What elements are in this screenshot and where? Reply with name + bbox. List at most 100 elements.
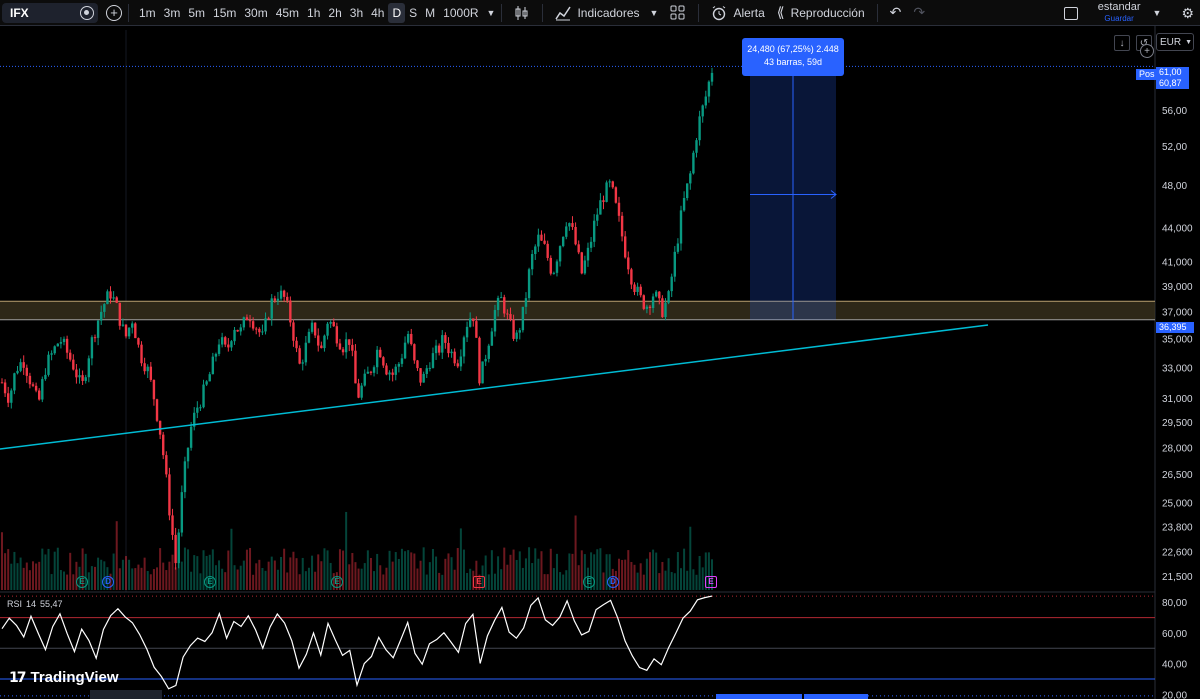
candle-body: [689, 173, 692, 184]
volume-bar: [397, 558, 400, 590]
volume-bar: [596, 549, 599, 590]
candle-body: [245, 317, 249, 321]
volume-bar: [698, 555, 701, 590]
volume-bar: [686, 570, 689, 590]
volume-bar: [524, 558, 527, 590]
volume-bar: [44, 554, 47, 590]
volume-bar: [137, 564, 140, 590]
earnings-marker[interactable]: E: [705, 576, 717, 588]
tradingview-logo[interactable]: 17 TradingView: [9, 669, 119, 686]
volume-bar: [152, 569, 155, 590]
candle-body: [710, 72, 714, 82]
candle-body: [338, 343, 342, 350]
volume-bar: [118, 568, 121, 590]
volume-bar: [658, 573, 661, 590]
candle-body: [31, 384, 35, 386]
volume-bar: [388, 550, 391, 590]
candle-body: [524, 298, 528, 307]
price-tick-label: 35,000: [1162, 335, 1193, 346]
candle-body: [348, 339, 351, 345]
candle-body: [264, 318, 267, 332]
price-tick-label: 41,000: [1162, 258, 1193, 269]
volume-bar: [252, 574, 255, 590]
candle-body: [456, 363, 459, 367]
volume-bar: [655, 552, 658, 590]
candle-body: [84, 377, 87, 381]
candle-body: [230, 341, 233, 348]
rsi-tick-label: 40,00: [1162, 660, 1187, 671]
volume-bar: [487, 574, 490, 590]
volume-bar: [450, 557, 453, 590]
candle-body: [62, 338, 66, 343]
arrow-down-icon[interactable]: ↓: [1114, 35, 1130, 51]
candle-body: [583, 260, 587, 274]
candle-body: [605, 182, 608, 202]
volume-bar: [413, 553, 416, 590]
candle-body: [506, 313, 509, 315]
candle-body: [394, 366, 397, 375]
plus-icon[interactable]: +: [1140, 44, 1154, 58]
volume-bar: [679, 568, 682, 590]
volume-bar: [295, 558, 298, 590]
volume-bar: [385, 567, 388, 590]
currency-select[interactable]: EUR ▼: [1156, 33, 1194, 51]
volume-bar: [422, 547, 425, 590]
candle-body: [96, 320, 100, 338]
candle-body: [608, 181, 611, 183]
volume-bar: [627, 550, 630, 590]
candle-body: [183, 461, 187, 493]
earnings-marker[interactable]: E: [473, 576, 485, 588]
volume-bar: [621, 559, 624, 590]
volume-bar: [490, 550, 493, 590]
price-tick-label: 21,500: [1162, 572, 1193, 583]
candle-body: [512, 319, 515, 339]
price-tag-support: 36,395: [1156, 322, 1194, 333]
volume-bar: [13, 551, 16, 590]
candle-body: [251, 321, 255, 329]
candle-body: [149, 366, 153, 380]
candle-body: [577, 244, 580, 253]
volume-bar: [518, 551, 521, 590]
rsi-tick-label: 80,00: [1162, 598, 1187, 609]
earnings-marker[interactable]: E: [331, 576, 343, 588]
candle-body: [651, 296, 655, 308]
volume-bar: [695, 574, 698, 590]
candle-body: [118, 302, 122, 326]
candle-body: [537, 234, 540, 247]
candle-body: [549, 257, 552, 274]
volume-bar: [304, 571, 307, 590]
volume-bar: [171, 554, 174, 590]
dividend-marker[interactable]: D: [102, 576, 114, 588]
candle-body: [47, 354, 50, 375]
volume-bar: [648, 552, 651, 590]
candle-body: [295, 340, 298, 349]
volume-bar: [552, 568, 555, 590]
volume-bar: [515, 559, 518, 590]
candle-body: [388, 372, 391, 375]
candle-body: [639, 286, 642, 296]
candle-body: [503, 297, 506, 314]
chart-canvas[interactable]: 64,0056,0052,0048,0044,00041,00039,00037…: [0, 0, 1200, 699]
earnings-marker[interactable]: E: [76, 576, 88, 588]
volume-bar: [128, 559, 131, 590]
candle-body: [422, 373, 425, 383]
dividend-marker[interactable]: D: [607, 576, 619, 588]
candle-body: [546, 243, 549, 258]
earnings-marker[interactable]: E: [204, 576, 216, 588]
measure-label[interactable]: 24,480 (67,25%) 2.448 43 barras, 59d: [742, 38, 844, 76]
candle-body: [447, 342, 450, 354]
volume-bar: [673, 573, 676, 590]
volume-bar: [41, 548, 44, 590]
volume-bar: [183, 547, 186, 590]
rsi-legend[interactable]: RSI 14 55,47: [7, 599, 67, 609]
candle-body: [375, 349, 379, 368]
candle-body: [499, 297, 503, 299]
candle-body: [22, 362, 25, 368]
candle-body: [534, 246, 537, 255]
price-tick-label: 33,000: [1162, 363, 1193, 374]
earnings-marker[interactable]: E: [583, 576, 595, 588]
volume-bar: [307, 567, 310, 590]
candle-body: [255, 328, 258, 330]
volume-bar: [407, 550, 410, 590]
volume-bar: [683, 548, 686, 590]
